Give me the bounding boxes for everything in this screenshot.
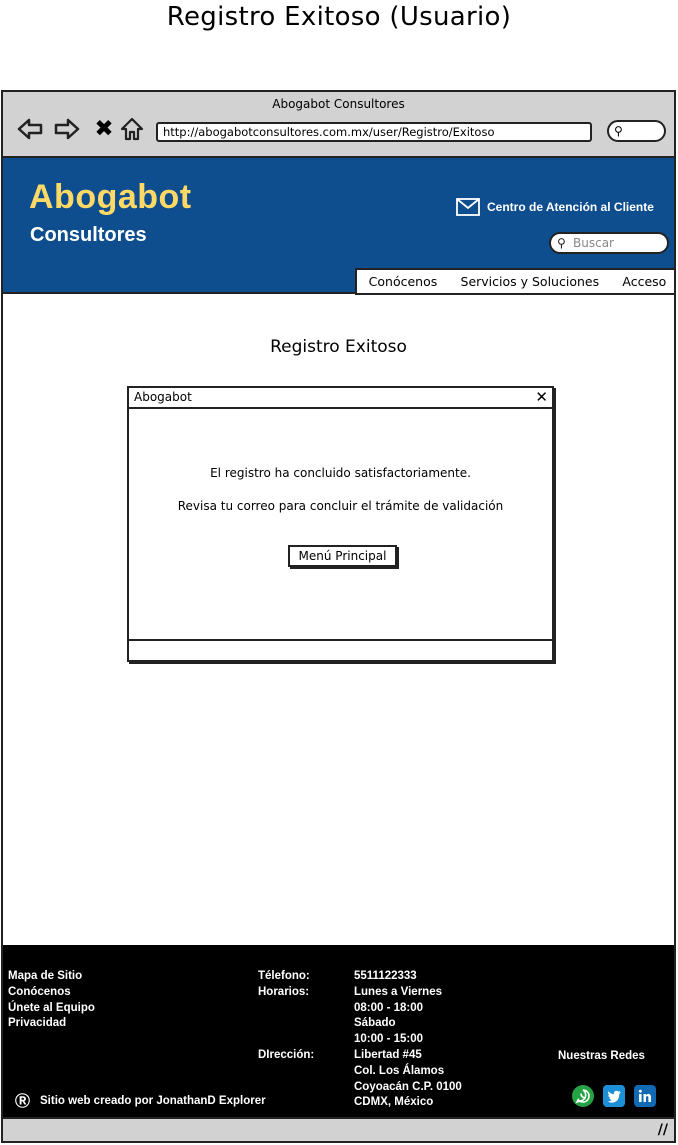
phone-label: Télefono: [258,970,310,982]
address-line: Col. Los Álamos [354,1064,445,1077]
browser-toolbar: Abogabot Consultores ✖ http://abogabotco… [3,92,674,158]
address-label: DIrección: [258,1049,315,1061]
url-field[interactable]: http://abogabotconsultores.com.mx/user/R… [156,122,592,142]
dialog-message-success: El registro ha concluido satisfactoriame… [210,466,471,480]
hours-line: Sábado [354,1017,396,1030]
hours-line: 08:00 - 18:00 [354,1001,424,1014]
site-header: Abogabot Consultores Centro de Atención … [3,158,674,295]
status-bar: // [3,1117,674,1141]
site-search-input[interactable]: ⚲ Buscar [549,232,669,254]
search-icon: ⚲ [557,236,566,250]
footer-link-join[interactable]: Únete al Equipo [8,1001,95,1017]
dialog-statusbar [129,639,552,660]
menu-item-acceso[interactable]: Acceso [622,274,666,289]
search-placeholder: Buscar [573,236,614,250]
content-title: Registro Exitoso [270,337,407,357]
address-line: Coyoacán C.P. 0100 [354,1080,462,1093]
customer-service-link[interactable]: Centro de Atención al Cliente [456,198,654,216]
social-title: Nuestras Redes [558,1050,645,1062]
stop-icon[interactable]: ✖ [91,116,117,142]
mail-icon [456,198,480,216]
menu-item-conocenos[interactable]: Conócenos [369,274,438,289]
whatsapp-icon[interactable] [572,1085,594,1107]
menu-item-servicios[interactable]: Servicios y Soluciones [461,274,600,289]
hours-line: 10:00 - 15:00 [354,1033,424,1046]
back-icon[interactable] [17,116,43,142]
close-icon[interactable]: ✕ [535,389,548,406]
footer-labels: Télefono: Horarios: [258,969,310,1001]
site-footer: Mapa de Sitio Conócenos Únete al Equipo … [3,945,674,1117]
main-menu-button[interactable]: Menú Principal [288,545,397,567]
dialog-titlebar: Abogabot ✕ [129,388,552,409]
search-icon: ⚲ [614,124,623,138]
footer-link-privacy[interactable]: Privacidad [8,1016,95,1032]
browser-window-title: Abogabot Consultores [272,97,405,111]
footer-links: Mapa de Sitio Conócenos Únete al Equipo … [8,969,95,1032]
page-title: Registro Exitoso (Usuario) [166,2,512,32]
registered-icon: Ⓡ [15,1093,31,1110]
twitter-icon[interactable] [603,1085,625,1107]
browser-search-field[interactable]: ⚲ [607,120,666,142]
customer-service-label: Centro de Atención al Cliente [487,200,654,214]
success-dialog: Abogabot ✕ El registro ha concluido sati… [127,386,554,662]
logo-subtitle: Consultores [30,224,147,246]
hours-label: Horarios: [258,985,310,998]
dialog-title: Abogabot [134,390,192,404]
footer-link-conocenos[interactable]: Conócenos [8,985,95,1001]
address-line: CDMX, México [354,1096,434,1109]
address-line: Libertad #45 [354,1048,422,1061]
forward-icon[interactable] [54,116,80,142]
social-icons [572,1085,656,1107]
hours-line: Lunes a Viernes [354,985,442,998]
footer-link-sitemap[interactable]: Mapa de Sitio [8,969,95,985]
resize-grip-icon[interactable]: // [658,1122,668,1138]
footer-credit: Ⓡ Sitio web creado por JonathanD Explore… [15,1090,266,1111]
address-label-wrap: DIrección: [258,1048,314,1064]
home-icon[interactable] [119,116,145,142]
browser-window: Abogabot Consultores ✖ http://abogabotco… [1,90,676,1143]
credit-text: Sitio web creado por JonathanD Explorer [40,1094,266,1107]
main-menu: Conócenos Servicios y Soluciones Acceso [355,268,674,295]
phone-value: 5511122333 [354,970,417,982]
dialog-message-validation: Revisa tu correo para concluir el trámit… [177,499,504,513]
logo-title[interactable]: Abogabot [29,178,192,217]
linkedin-icon[interactable] [634,1085,656,1107]
footer-details: 5511122333 Lunes a Viernes 08:00 - 18:00… [354,969,462,1111]
